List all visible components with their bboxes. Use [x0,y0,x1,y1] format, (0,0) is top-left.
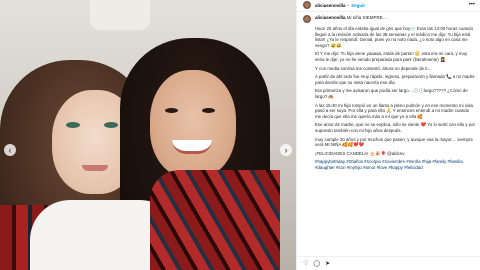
post-actions: ♡ ◯ ➤ [297,256,480,270]
caption: aliciasenovilla Mi niña SIEMPRE… Hace 20… [303,15,475,253]
caption-body: Hace 20 años el día estaba igual de gris… [315,26,475,170]
photo-eye [165,108,178,113]
caption-header: aliciasenovilla Mi niña SIEMPRE… [303,15,475,23]
caption-paragraph: El Y me dijo: Tu hija viene yaaaaa, está… [315,51,468,62]
photo-eye [104,122,118,128]
post-side-panel: aliciasenovilla • Seguir ••• aliciasenov… [296,0,480,270]
caption-paragraph: A las 15:40 mi hija rompió en un llanto … [315,102,473,119]
caption-paragraph: muy cumple 20 años y por muchos que pase… [315,136,473,148]
caption-paragraph: ¡FELICIDADES CANDELA! 🎂🎉🎈 @aldcnv [315,150,405,156]
caption-paragraph: A partir de ahí todo fue muy rápido, ing… [315,74,475,85]
separator-dot: • [347,2,350,8]
caption-paragraph: Y con media sonrisa me contestó: ahora n… [315,65,432,71]
caption-paragraph: Ese amor de madre, que no se explica, só… [315,122,475,133]
photo-mouth [82,165,108,171]
divider [297,11,480,12]
previous-arrow-icon[interactable]: ‹ [4,144,16,156]
caption-username[interactable]: aliciasenovilla [315,15,346,20]
caption-paragraph: Hace 20 años el día estaba igual de gris… [315,26,474,48]
caption-paragraph: Era primeriza y me avisaron que podía se… [315,88,468,99]
avatar[interactable] [303,15,311,23]
comment-icon[interactable]: ◯ [313,260,320,267]
share-icon[interactable]: ➤ [325,260,330,267]
caption-first-line: aliciasenovilla Mi niña SIEMPRE… [315,15,387,21]
heart-icon[interactable]: ♡ [303,260,308,267]
caption-intro: Mi niña SIEMPRE… [346,15,388,20]
instagram-post-modal: ‹ › aliciasenovilla • Seguir ••• alicias… [0,0,480,270]
photo-eye [66,122,80,128]
more-options-icon[interactable]: ••• [469,2,475,8]
username-link[interactable]: aliciasenovilla [315,3,346,8]
photo-plaid-arm [150,170,280,270]
photo-woman-right-face [150,70,236,178]
avatar[interactable] [303,1,311,9]
post-photo[interactable]: ‹ › [0,0,296,270]
caption-hashtags[interactable]: #happybirthday #20años #scorpio #noviemb… [315,159,475,170]
post-header: aliciasenovilla • Seguir ••• [297,0,480,10]
photo-eye [202,108,215,113]
next-arrow-icon[interactable]: › [280,144,292,156]
photo-lamp [90,0,150,30]
page: ‹ › aliciasenovilla • Seguir ••• alicias… [0,0,480,270]
follow-button[interactable]: Seguir [351,3,365,8]
